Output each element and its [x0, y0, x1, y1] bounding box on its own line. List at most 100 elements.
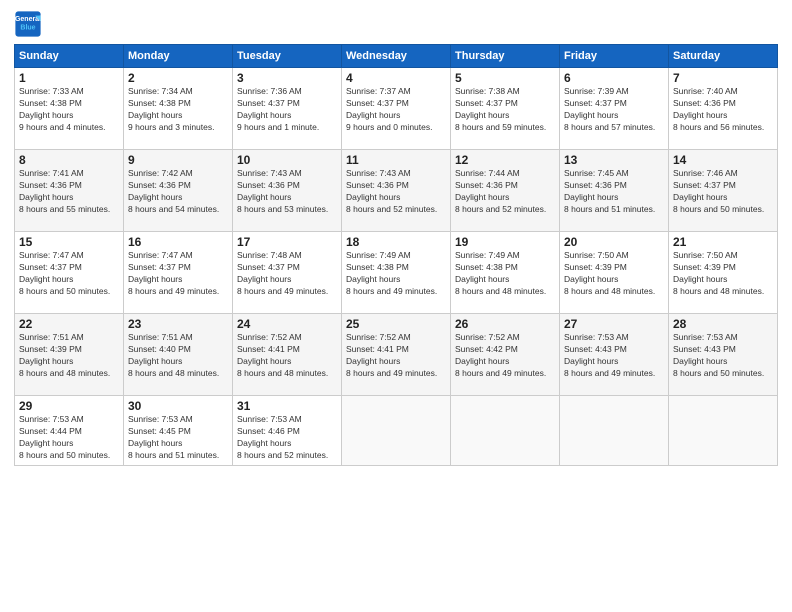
- day-number: 9: [128, 153, 228, 167]
- calendar-cell: 15 Sunrise: 7:47 AM Sunset: 4:37 PM Dayl…: [15, 232, 124, 314]
- day-number: 25: [346, 317, 446, 331]
- calendar-cell: 24 Sunrise: 7:52 AM Sunset: 4:41 PM Dayl…: [233, 314, 342, 396]
- day-number: 28: [673, 317, 773, 331]
- week-row-4: 22 Sunrise: 7:51 AM Sunset: 4:39 PM Dayl…: [15, 314, 778, 396]
- calendar-cell: 7 Sunrise: 7:40 AM Sunset: 4:36 PM Dayli…: [669, 68, 778, 150]
- calendar-cell: 3 Sunrise: 7:36 AM Sunset: 4:37 PM Dayli…: [233, 68, 342, 150]
- cell-info: Sunrise: 7:47 AM Sunset: 4:37 PM Dayligh…: [128, 250, 228, 298]
- cell-info: Sunrise: 7:42 AM Sunset: 4:36 PM Dayligh…: [128, 168, 228, 216]
- calendar-header-row: SundayMondayTuesdayWednesdayThursdayFrid…: [15, 45, 778, 68]
- cell-info: Sunrise: 7:51 AM Sunset: 4:39 PM Dayligh…: [19, 332, 119, 380]
- day-number: 16: [128, 235, 228, 249]
- day-number: 2: [128, 71, 228, 85]
- day-number: 3: [237, 71, 337, 85]
- day-header-thursday: Thursday: [451, 45, 560, 68]
- calendar-cell: 23 Sunrise: 7:51 AM Sunset: 4:40 PM Dayl…: [124, 314, 233, 396]
- cell-info: Sunrise: 7:49 AM Sunset: 4:38 PM Dayligh…: [455, 250, 555, 298]
- calendar-cell: 12 Sunrise: 7:44 AM Sunset: 4:36 PM Dayl…: [451, 150, 560, 232]
- cell-info: Sunrise: 7:52 AM Sunset: 4:41 PM Dayligh…: [237, 332, 337, 380]
- day-number: 7: [673, 71, 773, 85]
- day-number: 14: [673, 153, 773, 167]
- day-number: 11: [346, 153, 446, 167]
- calendar-cell: 1 Sunrise: 7:33 AM Sunset: 4:38 PM Dayli…: [15, 68, 124, 150]
- calendar-cell: 26 Sunrise: 7:52 AM Sunset: 4:42 PM Dayl…: [451, 314, 560, 396]
- calendar-cell: 25 Sunrise: 7:52 AM Sunset: 4:41 PM Dayl…: [342, 314, 451, 396]
- logo: General Blue: [14, 10, 44, 38]
- cell-info: Sunrise: 7:47 AM Sunset: 4:37 PM Dayligh…: [19, 250, 119, 298]
- cell-info: Sunrise: 7:46 AM Sunset: 4:37 PM Dayligh…: [673, 168, 773, 216]
- calendar-cell: 13 Sunrise: 7:45 AM Sunset: 4:36 PM Dayl…: [560, 150, 669, 232]
- calendar-cell: 9 Sunrise: 7:42 AM Sunset: 4:36 PM Dayli…: [124, 150, 233, 232]
- day-number: 6: [564, 71, 664, 85]
- calendar-table: SundayMondayTuesdayWednesdayThursdayFrid…: [14, 44, 778, 466]
- calendar-cell: 6 Sunrise: 7:39 AM Sunset: 4:37 PM Dayli…: [560, 68, 669, 150]
- day-number: 4: [346, 71, 446, 85]
- calendar-cell: [451, 396, 560, 466]
- day-number: 30: [128, 399, 228, 413]
- cell-info: Sunrise: 7:50 AM Sunset: 4:39 PM Dayligh…: [673, 250, 773, 298]
- calendar-cell: 4 Sunrise: 7:37 AM Sunset: 4:37 PM Dayli…: [342, 68, 451, 150]
- calendar-cell: 27 Sunrise: 7:53 AM Sunset: 4:43 PM Dayl…: [560, 314, 669, 396]
- cell-info: Sunrise: 7:39 AM Sunset: 4:37 PM Dayligh…: [564, 86, 664, 134]
- cell-info: Sunrise: 7:50 AM Sunset: 4:39 PM Dayligh…: [564, 250, 664, 298]
- cell-info: Sunrise: 7:33 AM Sunset: 4:38 PM Dayligh…: [19, 86, 119, 134]
- day-header-sunday: Sunday: [15, 45, 124, 68]
- cell-info: Sunrise: 7:38 AM Sunset: 4:37 PM Dayligh…: [455, 86, 555, 134]
- week-row-2: 8 Sunrise: 7:41 AM Sunset: 4:36 PM Dayli…: [15, 150, 778, 232]
- day-number: 26: [455, 317, 555, 331]
- day-number: 10: [237, 153, 337, 167]
- day-number: 29: [19, 399, 119, 413]
- day-number: 22: [19, 317, 119, 331]
- week-row-1: 1 Sunrise: 7:33 AM Sunset: 4:38 PM Dayli…: [15, 68, 778, 150]
- cell-info: Sunrise: 7:53 AM Sunset: 4:43 PM Dayligh…: [673, 332, 773, 380]
- logo-icon: General Blue: [14, 10, 42, 38]
- day-number: 27: [564, 317, 664, 331]
- calendar-cell: 31 Sunrise: 7:53 AM Sunset: 4:46 PM Dayl…: [233, 396, 342, 466]
- calendar-cell: 17 Sunrise: 7:48 AM Sunset: 4:37 PM Dayl…: [233, 232, 342, 314]
- calendar-cell: 16 Sunrise: 7:47 AM Sunset: 4:37 PM Dayl…: [124, 232, 233, 314]
- cell-info: Sunrise: 7:40 AM Sunset: 4:36 PM Dayligh…: [673, 86, 773, 134]
- cell-info: Sunrise: 7:45 AM Sunset: 4:36 PM Dayligh…: [564, 168, 664, 216]
- calendar-cell: 29 Sunrise: 7:53 AM Sunset: 4:44 PM Dayl…: [15, 396, 124, 466]
- cell-info: Sunrise: 7:52 AM Sunset: 4:42 PM Dayligh…: [455, 332, 555, 380]
- cell-info: Sunrise: 7:51 AM Sunset: 4:40 PM Dayligh…: [128, 332, 228, 380]
- day-number: 19: [455, 235, 555, 249]
- day-number: 17: [237, 235, 337, 249]
- cell-info: Sunrise: 7:43 AM Sunset: 4:36 PM Dayligh…: [237, 168, 337, 216]
- cell-info: Sunrise: 7:49 AM Sunset: 4:38 PM Dayligh…: [346, 250, 446, 298]
- calendar-cell: [342, 396, 451, 466]
- day-number: 5: [455, 71, 555, 85]
- day-number: 15: [19, 235, 119, 249]
- header-row: General Blue: [14, 10, 778, 38]
- cell-info: Sunrise: 7:53 AM Sunset: 4:44 PM Dayligh…: [19, 414, 119, 462]
- day-number: 24: [237, 317, 337, 331]
- week-row-5: 29 Sunrise: 7:53 AM Sunset: 4:44 PM Dayl…: [15, 396, 778, 466]
- day-number: 20: [564, 235, 664, 249]
- calendar-cell: 19 Sunrise: 7:49 AM Sunset: 4:38 PM Dayl…: [451, 232, 560, 314]
- day-header-tuesday: Tuesday: [233, 45, 342, 68]
- calendar-cell: 20 Sunrise: 7:50 AM Sunset: 4:39 PM Dayl…: [560, 232, 669, 314]
- day-header-friday: Friday: [560, 45, 669, 68]
- day-number: 1: [19, 71, 119, 85]
- cell-info: Sunrise: 7:48 AM Sunset: 4:37 PM Dayligh…: [237, 250, 337, 298]
- day-header-monday: Monday: [124, 45, 233, 68]
- cell-info: Sunrise: 7:53 AM Sunset: 4:43 PM Dayligh…: [564, 332, 664, 380]
- calendar-body: 1 Sunrise: 7:33 AM Sunset: 4:38 PM Dayli…: [15, 68, 778, 466]
- calendar-cell: 30 Sunrise: 7:53 AM Sunset: 4:45 PM Dayl…: [124, 396, 233, 466]
- cell-info: Sunrise: 7:34 AM Sunset: 4:38 PM Dayligh…: [128, 86, 228, 134]
- cell-info: Sunrise: 7:43 AM Sunset: 4:36 PM Dayligh…: [346, 168, 446, 216]
- day-number: 31: [237, 399, 337, 413]
- calendar-container: General Blue SundayMondayTuesdayWednesda…: [0, 0, 792, 472]
- cell-info: Sunrise: 7:53 AM Sunset: 4:45 PM Dayligh…: [128, 414, 228, 462]
- day-number: 8: [19, 153, 119, 167]
- calendar-cell: 21 Sunrise: 7:50 AM Sunset: 4:39 PM Dayl…: [669, 232, 778, 314]
- cell-info: Sunrise: 7:41 AM Sunset: 4:36 PM Dayligh…: [19, 168, 119, 216]
- day-number: 21: [673, 235, 773, 249]
- cell-info: Sunrise: 7:44 AM Sunset: 4:36 PM Dayligh…: [455, 168, 555, 216]
- calendar-cell: 10 Sunrise: 7:43 AM Sunset: 4:36 PM Dayl…: [233, 150, 342, 232]
- day-header-wednesday: Wednesday: [342, 45, 451, 68]
- cell-info: Sunrise: 7:52 AM Sunset: 4:41 PM Dayligh…: [346, 332, 446, 380]
- calendar-cell: 2 Sunrise: 7:34 AM Sunset: 4:38 PM Dayli…: [124, 68, 233, 150]
- calendar-cell: 22 Sunrise: 7:51 AM Sunset: 4:39 PM Dayl…: [15, 314, 124, 396]
- cell-info: Sunrise: 7:53 AM Sunset: 4:46 PM Dayligh…: [237, 414, 337, 462]
